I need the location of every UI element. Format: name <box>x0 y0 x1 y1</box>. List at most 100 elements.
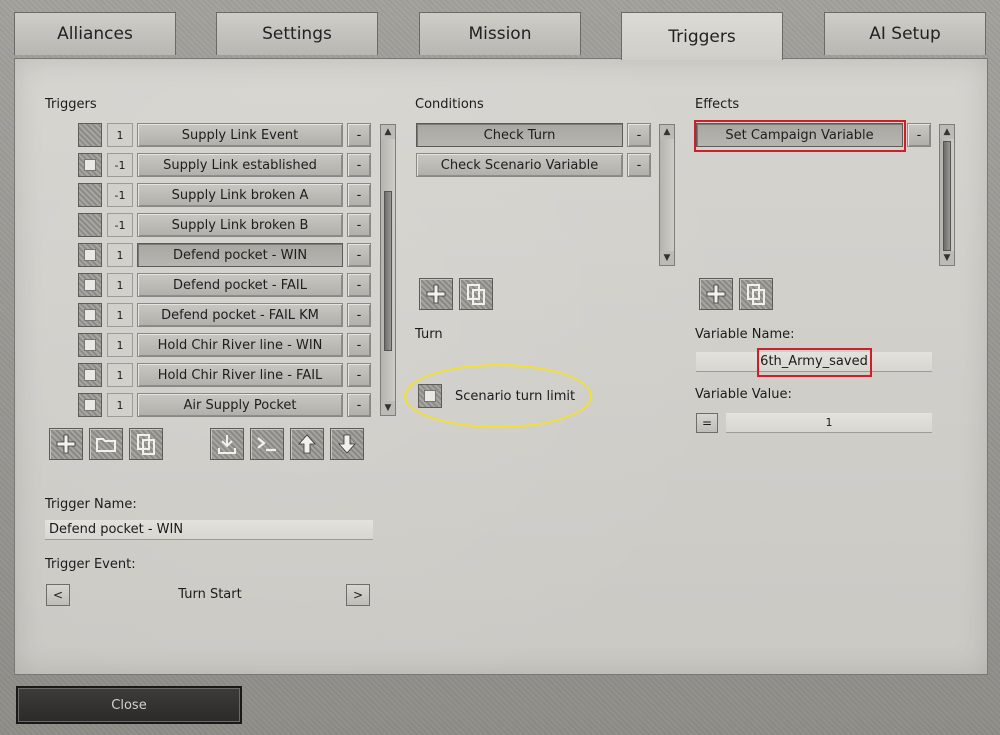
scroll-down-icon[interactable]: ▼ <box>940 251 954 265</box>
red-highlight-box <box>757 348 872 377</box>
turn-section-label: Turn <box>415 327 443 342</box>
conditions-scrollbar[interactable]: ▲ ▼ <box>659 124 675 266</box>
variable-value-field[interactable]: 1 <box>726 413 932 433</box>
effects-scrollbar[interactable]: ▲ ▼ <box>939 124 955 266</box>
tab-ai-setup[interactable]: AI Setup <box>824 12 986 55</box>
console-button[interactable] <box>250 428 284 460</box>
scroll-up-icon[interactable]: ▲ <box>381 125 395 139</box>
trigger-repeat-count[interactable]: 1 <box>107 333 133 357</box>
scroll-thumb[interactable] <box>943 141 951 251</box>
trigger-enabled-checkbox[interactable] <box>78 363 102 387</box>
add-icon <box>706 284 726 304</box>
move-down-icon <box>338 434 356 454</box>
trigger-item[interactable]: Defend pocket - WIN <box>137 243 343 267</box>
import-button[interactable] <box>210 428 244 460</box>
trigger-repeat-count[interactable]: 1 <box>107 393 133 417</box>
remove-trigger-button[interactable]: - <box>347 333 371 357</box>
event-prev-button[interactable]: < <box>46 584 70 606</box>
copy-effect-button[interactable] <box>739 278 773 310</box>
trigger-name-label: Trigger Name: <box>45 497 137 512</box>
trigger-event-label: Trigger Event: <box>45 557 136 572</box>
copy-icon <box>467 284 485 305</box>
scroll-up-icon[interactable]: ▲ <box>940 125 954 139</box>
trigger-item[interactable]: Hold Chir River line - FAIL <box>137 363 343 387</box>
copy-icon <box>137 434 155 455</box>
remove-trigger-button[interactable]: - <box>347 213 371 237</box>
conditions-header: Conditions <box>415 97 484 112</box>
scroll-thumb[interactable] <box>384 191 392 351</box>
condition-item[interactable]: Check Turn <box>416 123 623 147</box>
move-up-icon <box>298 434 316 454</box>
add-condition-button[interactable] <box>419 278 453 310</box>
copy-icon <box>747 284 765 305</box>
add-icon <box>56 434 76 454</box>
checkbox-mark <box>84 249 96 261</box>
remove-trigger-button[interactable]: - <box>347 153 371 177</box>
trigger-item[interactable]: Air Supply Pocket <box>137 393 343 417</box>
trigger-item[interactable]: Defend pocket - FAIL <box>137 273 343 297</box>
copy-trigger-button[interactable] <box>129 428 163 460</box>
copy-condition-button[interactable] <box>459 278 493 310</box>
move-up-button[interactable] <box>290 428 324 460</box>
operator-button[interactable]: = <box>696 413 718 433</box>
trigger-enabled-checkbox[interactable] <box>78 393 102 417</box>
remove-trigger-button[interactable]: - <box>347 183 371 207</box>
tab-triggers[interactable]: Triggers <box>621 12 783 60</box>
checkbox-mark <box>84 279 96 291</box>
trigger-repeat-count[interactable]: -1 <box>107 213 133 237</box>
tab-settings[interactable]: Settings <box>216 12 378 55</box>
open-folder-button[interactable] <box>89 428 123 460</box>
trigger-item[interactable]: Hold Chir River line - WIN <box>137 333 343 357</box>
tab-mission[interactable]: Mission <box>419 12 581 55</box>
remove-trigger-button[interactable]: - <box>347 363 371 387</box>
trigger-enabled-checkbox[interactable] <box>78 333 102 357</box>
move-down-button[interactable] <box>330 428 364 460</box>
trigger-enabled-checkbox[interactable] <box>78 123 102 147</box>
remove-trigger-button[interactable]: - <box>347 273 371 297</box>
scroll-up-icon[interactable]: ▲ <box>660 125 674 139</box>
remove-trigger-button[interactable]: - <box>347 243 371 267</box>
add-trigger-button[interactable] <box>49 428 83 460</box>
trigger-enabled-checkbox[interactable] <box>78 243 102 267</box>
trigger-repeat-count[interactable]: -1 <box>107 183 133 207</box>
condition-item[interactable]: Check Scenario Variable <box>416 153 623 177</box>
trigger-event-value: Turn Start <box>178 587 242 602</box>
trigger-item[interactable]: Supply Link broken B <box>137 213 343 237</box>
variable-value-label: Variable Value: <box>695 387 792 402</box>
remove-effect-button[interactable]: - <box>907 123 931 147</box>
scroll-down-icon[interactable]: ▼ <box>660 251 674 265</box>
remove-condition-button[interactable]: - <box>627 123 651 147</box>
red-highlight-box <box>694 120 906 152</box>
remove-trigger-button[interactable]: - <box>347 123 371 147</box>
trigger-enabled-checkbox[interactable] <box>78 153 102 177</box>
remove-condition-button[interactable]: - <box>627 153 651 177</box>
checkbox-mark <box>84 339 96 351</box>
remove-trigger-button[interactable]: - <box>347 303 371 327</box>
variable-name-label: Variable Name: <box>695 327 795 342</box>
remove-trigger-button[interactable]: - <box>347 393 371 417</box>
add-effect-button[interactable] <box>699 278 733 310</box>
trigger-repeat-count[interactable]: 1 <box>107 363 133 387</box>
trigger-item[interactable]: Defend pocket - FAIL KM <box>137 303 343 327</box>
add-icon <box>426 284 446 304</box>
checkbox-mark <box>84 399 96 411</box>
checkbox-mark <box>84 159 96 171</box>
trigger-item[interactable]: Supply Link Event <box>137 123 343 147</box>
trigger-enabled-checkbox[interactable] <box>78 303 102 327</box>
trigger-repeat-count[interactable]: 1 <box>107 303 133 327</box>
trigger-repeat-count[interactable]: -1 <box>107 153 133 177</box>
tab-alliances[interactable]: Alliances <box>14 12 176 55</box>
trigger-enabled-checkbox[interactable] <box>78 213 102 237</box>
trigger-list-scrollbar[interactable]: ▲ ▼ <box>380 124 396 416</box>
trigger-enabled-checkbox[interactable] <box>78 183 102 207</box>
trigger-repeat-count[interactable]: 1 <box>107 123 133 147</box>
trigger-repeat-count[interactable]: 1 <box>107 273 133 297</box>
close-button[interactable]: Close <box>16 686 242 724</box>
scroll-down-icon[interactable]: ▼ <box>381 401 395 415</box>
trigger-item[interactable]: Supply Link broken A <box>137 183 343 207</box>
event-next-button[interactable]: > <box>346 584 370 606</box>
trigger-item[interactable]: Supply Link established <box>137 153 343 177</box>
trigger-enabled-checkbox[interactable] <box>78 273 102 297</box>
trigger-name-field[interactable]: Defend pocket - WIN <box>45 520 373 540</box>
trigger-repeat-count[interactable]: 1 <box>107 243 133 267</box>
